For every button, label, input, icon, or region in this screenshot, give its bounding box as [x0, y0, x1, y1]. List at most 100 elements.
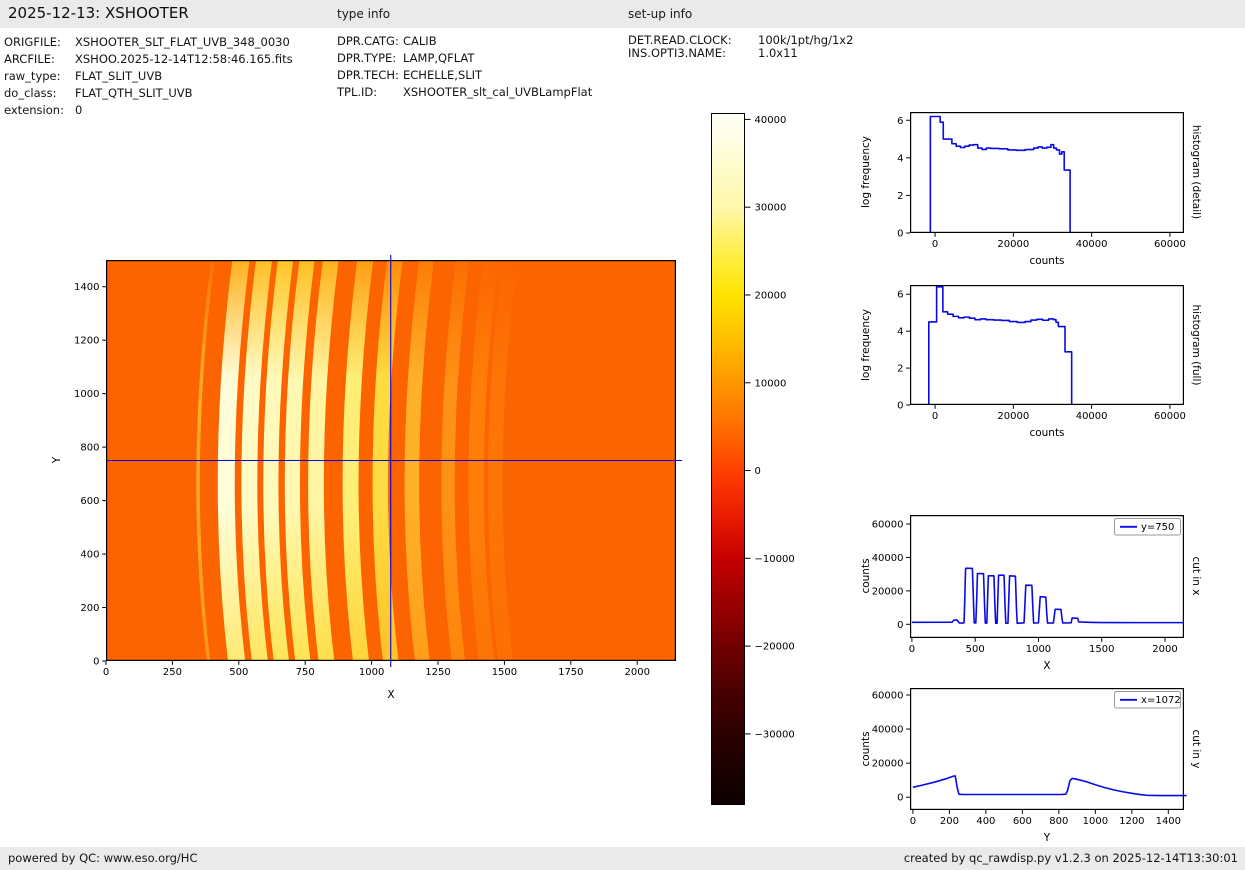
metadata-value: 100k/1pt/hg/1x2 — [758, 33, 853, 47]
histogram-detail-ylabel: log frequency — [860, 136, 872, 208]
svg-text:1200: 1200 — [1119, 816, 1144, 827]
colorbar-canvas: 400003000020000100000−10000−20000−30000 — [711, 113, 745, 805]
svg-text:30000: 30000 — [755, 203, 787, 214]
metadata-value: LAMP,QFLAT — [403, 51, 474, 65]
svg-text:20000: 20000 — [872, 586, 904, 597]
metadata-row: INS.OPTI3.NAME:1.0x11 — [628, 46, 798, 60]
metadata-value: 1.0x11 — [758, 46, 798, 60]
histogram-full-xlabel: counts — [910, 427, 1184, 439]
svg-text:0: 0 — [897, 229, 903, 240]
metadata-value: 0 — [75, 103, 82, 117]
metadata-label: extension: — [4, 103, 75, 117]
svg-text:800: 800 — [1049, 816, 1068, 827]
svg-text:40000: 40000 — [1076, 239, 1108, 250]
svg-text:40000: 40000 — [755, 115, 787, 126]
metadata-row: TPL.ID:XSHOOTER_slt_cal_UVBLampFlat — [337, 85, 592, 99]
cut-in-x-plot: 05001000150020000200004000060000y=750 — [910, 515, 1184, 638]
cut-in-y-canvas: 0200400600800100012001400020000400006000… — [910, 688, 1184, 810]
metadata-row: DET.READ.CLOCK:100k/1pt/hg/1x2 — [628, 33, 853, 47]
qc-report-page: 2025-12-13: XSHOOTER type info set-up in… — [0, 0, 1245, 870]
svg-text:0: 0 — [909, 644, 915, 655]
svg-text:10000: 10000 — [755, 378, 787, 389]
metadata-label: INS.OPTI3.NAME: — [628, 46, 758, 60]
svg-text:0: 0 — [932, 411, 938, 422]
svg-text:60000: 60000 — [1154, 411, 1186, 422]
svg-text:6: 6 — [897, 116, 903, 127]
cut-in-y-ylabel: counts — [860, 731, 872, 766]
svg-text:1000: 1000 — [1083, 816, 1108, 827]
metadata-label: DET.READ.CLOCK: — [628, 33, 758, 47]
svg-text:750: 750 — [296, 667, 315, 678]
metadata-value: FLAT_SLIT_UVB — [75, 69, 162, 83]
metadata-row: extension:0 — [4, 103, 82, 117]
svg-text:500: 500 — [966, 644, 985, 655]
svg-text:y=750: y=750 — [1141, 522, 1174, 533]
svg-text:600: 600 — [1013, 816, 1032, 827]
svg-text:1000: 1000 — [1026, 644, 1051, 655]
metadata-label: DPR.TYPE: — [337, 51, 403, 65]
cut-in-y-side-label: cut in y — [1190, 729, 1202, 768]
metadata-row: DPR.TECH:ECHELLE,SLIT — [337, 68, 482, 82]
histogram-detail-xlabel: counts — [910, 255, 1184, 267]
histogram-full-canvas: 02000040000600000246 — [910, 285, 1184, 405]
svg-text:800: 800 — [80, 443, 99, 454]
metadata-label: TPL.ID: — [337, 85, 403, 99]
svg-text:0: 0 — [897, 793, 903, 804]
svg-text:60000: 60000 — [1154, 239, 1186, 250]
header-bar: 2025-12-13: XSHOOTER type info set-up in… — [0, 0, 1245, 28]
colorbar: 400003000020000100000−10000−20000−30000 — [711, 113, 745, 805]
svg-text:20000: 20000 — [755, 290, 787, 301]
svg-text:20000: 20000 — [872, 759, 904, 770]
metadata-row: DPR.CATG:CALIB — [337, 34, 437, 48]
svg-text:6: 6 — [897, 290, 903, 301]
svg-text:60000: 60000 — [872, 690, 904, 701]
metadata-row: ORIGFILE:XSHOOTER_SLT_FLAT_UVB_348_0030 — [4, 35, 290, 49]
svg-text:4: 4 — [897, 153, 903, 164]
metadata-label: ARCFILE: — [4, 52, 75, 66]
metadata-value: FLAT_QTH_SLIT_UVB — [75, 86, 193, 100]
metadata-value: XSHOOTER_SLT_FLAT_UVB_348_0030 — [75, 35, 290, 49]
svg-text:600: 600 — [80, 496, 99, 507]
histogram-detail-canvas: 02000040000600000246 — [910, 112, 1184, 233]
svg-text:1400: 1400 — [1156, 816, 1181, 827]
svg-text:0: 0 — [103, 667, 109, 678]
svg-text:400: 400 — [976, 816, 995, 827]
page-title: 2025-12-13: XSHOOTER — [8, 4, 189, 22]
metadata-row: raw_type:FLAT_SLIT_UVB — [4, 69, 162, 83]
svg-text:4: 4 — [897, 327, 903, 338]
svg-text:1500: 1500 — [492, 667, 517, 678]
svg-text:0: 0 — [897, 620, 903, 631]
footer-left-text: powered by QC: www.eso.org/HC — [8, 851, 197, 865]
setup-info-heading: set-up info — [628, 7, 692, 21]
type-info-heading: type info — [337, 7, 390, 21]
metadata-label: ORIGFILE: — [4, 35, 75, 49]
histogram-full-plot: 02000040000600000246 — [910, 285, 1184, 405]
svg-text:250: 250 — [163, 667, 182, 678]
metadata-label: DPR.TECH: — [337, 68, 403, 82]
svg-text:1250: 1250 — [425, 667, 450, 678]
svg-text:2000: 2000 — [624, 667, 649, 678]
metadata-value: CALIB — [403, 34, 437, 48]
metadata-value: XSHOO.2025-12-14T12:58:46.165.fits — [75, 52, 293, 66]
svg-text:200: 200 — [940, 816, 959, 827]
detector-ylabel: Y — [51, 457, 63, 463]
svg-text:1750: 1750 — [558, 667, 583, 678]
svg-text:1000: 1000 — [359, 667, 384, 678]
svg-text:40000: 40000 — [872, 553, 904, 564]
svg-text:0: 0 — [93, 657, 99, 668]
detector-xlabel: X — [106, 689, 676, 701]
svg-text:40000: 40000 — [1076, 411, 1108, 422]
svg-text:200: 200 — [80, 603, 99, 614]
histogram-detail-plot: 02000040000600000246 — [910, 112, 1184, 233]
metadata-label: raw_type: — [4, 69, 75, 83]
svg-text:1000: 1000 — [74, 389, 99, 400]
metadata-value: XSHOOTER_slt_cal_UVBLampFlat — [403, 85, 592, 99]
svg-text:20000: 20000 — [997, 239, 1029, 250]
svg-text:20000: 20000 — [997, 411, 1029, 422]
svg-text:−10000: −10000 — [755, 554, 795, 565]
svg-text:0: 0 — [897, 401, 903, 412]
cut-in-x-ylabel: counts — [860, 558, 872, 593]
histogram-full-side-label: histogram (full) — [1190, 305, 1202, 386]
cut-in-x-canvas: 05001000150020000200004000060000y=750 — [910, 515, 1184, 638]
svg-text:1200: 1200 — [74, 336, 99, 347]
